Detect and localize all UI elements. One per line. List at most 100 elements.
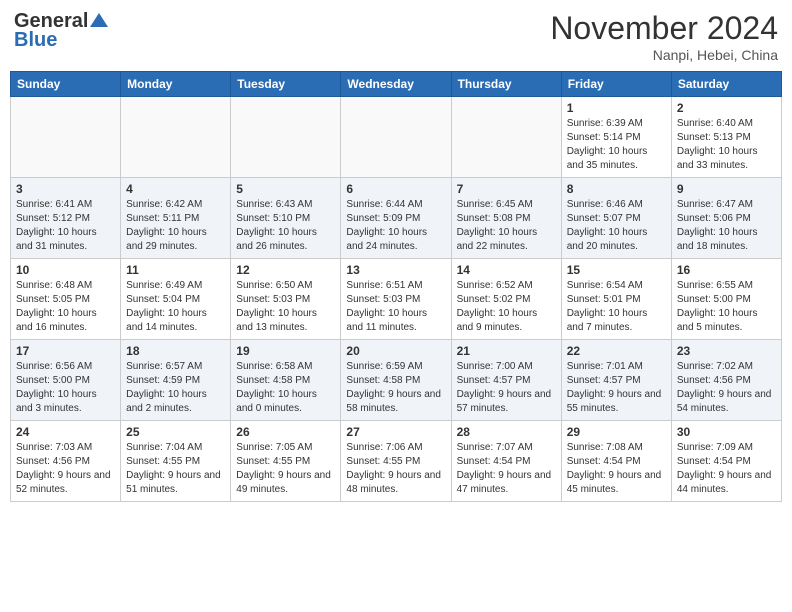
- day-number: 6: [346, 182, 445, 196]
- day-number: 5: [236, 182, 335, 196]
- day-number: 18: [126, 344, 225, 358]
- day-number: 25: [126, 425, 225, 439]
- calendar-day-cell: 9Sunrise: 6:47 AM Sunset: 5:06 PM Daylig…: [671, 178, 781, 259]
- day-info: Sunrise: 6:42 AM Sunset: 5:11 PM Dayligh…: [126, 198, 225, 254]
- day-number: 17: [16, 344, 115, 358]
- calendar-day-cell: 1 Sunrise: 6:39 AM Sunset: 5:14 PM Daylig…: [561, 97, 671, 178]
- day-number: 28: [457, 425, 556, 439]
- day-info: Sunrise: 6:50 AM Sunset: 5:03 PM Dayligh…: [236, 279, 335, 335]
- day-info: Sunrise: 6:46 AM Sunset: 5:07 PM Dayligh…: [567, 198, 666, 254]
- day-info: Sunrise: 6:56 AM Sunset: 5:00 PM Dayligh…: [16, 360, 115, 416]
- calendar-day-cell: 18 Sunrise: 6:57 AM Sunset: 4:59 PM Dayli…: [121, 340, 231, 421]
- day-info: Sunrise: 7:02 AM Sunset: 4:56 PM Dayligh…: [677, 360, 776, 416]
- day-number: 26: [236, 425, 335, 439]
- day-info: Sunrise: 6:39 AM Sunset: 5:14 PM Dayligh…: [567, 117, 666, 173]
- calendar-week-row: 24Sunrise: 7:03 AM Sunset: 4:56 PM Dayli…: [11, 421, 782, 502]
- calendar-day-cell: 26 Sunrise: 7:05 AM Sunset: 4:55 PM Dayli…: [231, 421, 341, 502]
- calendar-day-cell: 14 Sunrise: 6:52 AM Sunset: 5:02 PM Dayli…: [451, 259, 561, 340]
- calendar-day-cell: 21 Sunrise: 7:00 AM Sunset: 4:57 PM Dayli…: [451, 340, 561, 421]
- day-info: Sunrise: 6:51 AM Sunset: 5:03 PM Dayligh…: [346, 279, 445, 335]
- calendar-day-cell: 3Sunrise: 6:41 AM Sunset: 5:12 PM Daylig…: [11, 178, 121, 259]
- day-number: 27: [346, 425, 445, 439]
- calendar-week-row: 17 Sunrise: 6:56 AM Sunset: 5:00 PM Dayli…: [11, 340, 782, 421]
- day-info: Sunrise: 7:00 AM Sunset: 4:57 PM Dayligh…: [457, 360, 556, 416]
- day-number: 24: [16, 425, 115, 439]
- weekday-header-row: SundayMondayTuesdayWednesdayThursdayFrid…: [11, 72, 782, 97]
- day-info: Sunrise: 6:57 AM Sunset: 4:59 PM Dayligh…: [126, 360, 225, 416]
- calendar-day-cell: 17 Sunrise: 6:56 AM Sunset: 5:00 PM Dayli…: [11, 340, 121, 421]
- calendar-week-row: 3Sunrise: 6:41 AM Sunset: 5:12 PM Daylig…: [11, 178, 782, 259]
- day-number: 12: [236, 263, 335, 277]
- logo: General Blue: [14, 10, 108, 52]
- logo-icon: [90, 11, 108, 29]
- calendar-day-cell: 7 Sunrise: 6:45 AM Sunset: 5:08 PM Daylig…: [451, 178, 561, 259]
- day-info: Sunrise: 6:44 AM Sunset: 5:09 PM Dayligh…: [346, 198, 445, 254]
- day-info: Sunrise: 7:06 AM Sunset: 4:55 PM Dayligh…: [346, 441, 445, 497]
- calendar-day-cell: 22Sunrise: 7:01 AM Sunset: 4:57 PM Dayli…: [561, 340, 671, 421]
- calendar-day-cell: 29 Sunrise: 7:08 AM Sunset: 4:54 PM Dayli…: [561, 421, 671, 502]
- calendar-day-cell: 15Sunrise: 6:54 AM Sunset: 5:01 PM Dayli…: [561, 259, 671, 340]
- day-info: Sunrise: 7:01 AM Sunset: 4:57 PM Dayligh…: [567, 360, 666, 416]
- calendar-day-cell: 10 Sunrise: 6:48 AM Sunset: 5:05 PM Dayli…: [11, 259, 121, 340]
- day-info: Sunrise: 6:45 AM Sunset: 5:08 PM Dayligh…: [457, 198, 556, 254]
- day-info: Sunrise: 7:08 AM Sunset: 4:54 PM Dayligh…: [567, 441, 666, 497]
- day-number: 23: [677, 344, 776, 358]
- calendar-day-cell: [121, 97, 231, 178]
- day-info: Sunrise: 6:54 AM Sunset: 5:01 PM Dayligh…: [567, 279, 666, 335]
- day-info: Sunrise: 6:49 AM Sunset: 5:04 PM Dayligh…: [126, 279, 225, 335]
- calendar-week-row: 1 Sunrise: 6:39 AM Sunset: 5:14 PM Daylig…: [11, 97, 782, 178]
- calendar-day-cell: 4 Sunrise: 6:42 AM Sunset: 5:11 PM Daylig…: [121, 178, 231, 259]
- day-number: 1: [567, 101, 666, 115]
- calendar-day-cell: 12 Sunrise: 6:50 AM Sunset: 5:03 PM Dayli…: [231, 259, 341, 340]
- calendar-day-cell: 19 Sunrise: 6:58 AM Sunset: 4:58 PM Dayli…: [231, 340, 341, 421]
- calendar-day-cell: [451, 97, 561, 178]
- calendar-day-cell: 8 Sunrise: 6:46 AM Sunset: 5:07 PM Daylig…: [561, 178, 671, 259]
- day-number: 29: [567, 425, 666, 439]
- day-number: 10: [16, 263, 115, 277]
- day-number: 2: [677, 101, 776, 115]
- calendar-day-cell: 2Sunrise: 6:40 AM Sunset: 5:13 PM Daylig…: [671, 97, 781, 178]
- calendar-day-cell: 5 Sunrise: 6:43 AM Sunset: 5:10 PM Daylig…: [231, 178, 341, 259]
- day-number: 30: [677, 425, 776, 439]
- day-number: 19: [236, 344, 335, 358]
- calendar-week-row: 10 Sunrise: 6:48 AM Sunset: 5:05 PM Dayli…: [11, 259, 782, 340]
- calendar-day-cell: [11, 97, 121, 178]
- calendar-day-cell: [341, 97, 451, 178]
- day-number: 16: [677, 263, 776, 277]
- day-info: Sunrise: 6:55 AM Sunset: 5:00 PM Dayligh…: [677, 279, 776, 335]
- calendar-day-cell: 20Sunrise: 6:59 AM Sunset: 4:58 PM Dayli…: [341, 340, 451, 421]
- title-section: November 2024 Nanpi, Hebei, China: [550, 10, 778, 63]
- day-number: 14: [457, 263, 556, 277]
- calendar-day-cell: 11 Sunrise: 6:49 AM Sunset: 5:04 PM Dayli…: [121, 259, 231, 340]
- weekday-header-thursday: Thursday: [451, 72, 561, 97]
- page-header: General Blue November 2024 Nanpi, Hebei,…: [10, 10, 782, 63]
- calendar-day-cell: 24Sunrise: 7:03 AM Sunset: 4:56 PM Dayli…: [11, 421, 121, 502]
- day-info: Sunrise: 7:07 AM Sunset: 4:54 PM Dayligh…: [457, 441, 556, 497]
- day-info: Sunrise: 6:52 AM Sunset: 5:02 PM Dayligh…: [457, 279, 556, 335]
- weekday-header-monday: Monday: [121, 72, 231, 97]
- day-info: Sunrise: 6:48 AM Sunset: 5:05 PM Dayligh…: [16, 279, 115, 335]
- day-number: 21: [457, 344, 556, 358]
- location-text: Nanpi, Hebei, China: [550, 47, 778, 63]
- day-info: Sunrise: 6:59 AM Sunset: 4:58 PM Dayligh…: [346, 360, 445, 416]
- day-number: 13: [346, 263, 445, 277]
- calendar-day-cell: [231, 97, 341, 178]
- day-info: Sunrise: 6:58 AM Sunset: 4:58 PM Dayligh…: [236, 360, 335, 416]
- day-info: Sunrise: 6:43 AM Sunset: 5:10 PM Dayligh…: [236, 198, 335, 254]
- day-number: 11: [126, 263, 225, 277]
- day-info: Sunrise: 7:04 AM Sunset: 4:55 PM Dayligh…: [126, 441, 225, 497]
- day-number: 7: [457, 182, 556, 196]
- day-info: Sunrise: 7:09 AM Sunset: 4:54 PM Dayligh…: [677, 441, 776, 497]
- calendar-day-cell: 6 Sunrise: 6:44 AM Sunset: 5:09 PM Daylig…: [341, 178, 451, 259]
- calendar-day-cell: 16 Sunrise: 6:55 AM Sunset: 5:00 PM Dayli…: [671, 259, 781, 340]
- calendar-day-cell: 13 Sunrise: 6:51 AM Sunset: 5:03 PM Dayli…: [341, 259, 451, 340]
- day-number: 8: [567, 182, 666, 196]
- weekday-header-saturday: Saturday: [671, 72, 781, 97]
- logo-blue-text: Blue: [14, 29, 57, 52]
- day-info: Sunrise: 6:47 AM Sunset: 5:06 PM Dayligh…: [677, 198, 776, 254]
- calendar-day-cell: 23 Sunrise: 7:02 AM Sunset: 4:56 PM Dayli…: [671, 340, 781, 421]
- weekday-header-sunday: Sunday: [11, 72, 121, 97]
- day-info: Sunrise: 7:05 AM Sunset: 4:55 PM Dayligh…: [236, 441, 335, 497]
- day-number: 4: [126, 182, 225, 196]
- weekday-header-friday: Friday: [561, 72, 671, 97]
